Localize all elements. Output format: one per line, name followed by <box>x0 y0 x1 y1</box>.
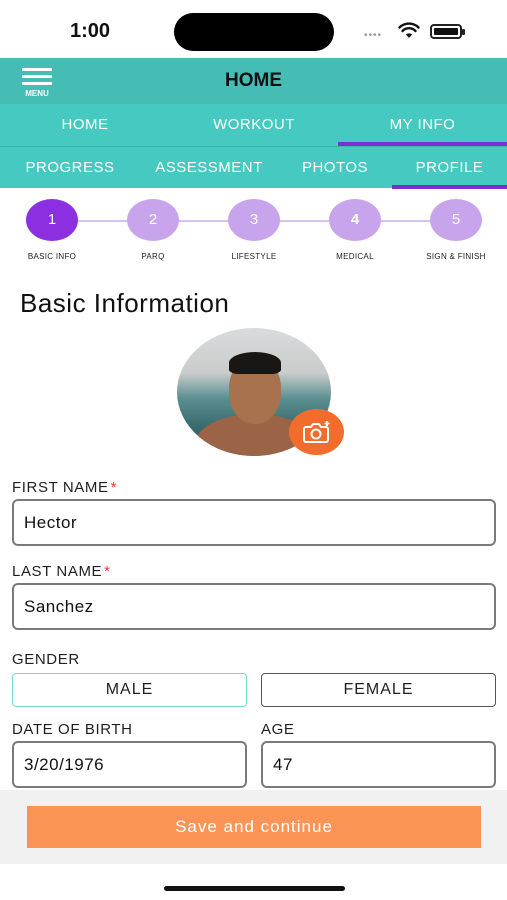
tab-my-info[interactable]: MY INFO <box>338 104 507 146</box>
page-title: HOME <box>225 70 282 91</box>
sub-tabs: PROGRESS ASSESSMENT PHOTOS PROFILE <box>0 146 507 189</box>
change-photo-button[interactable] <box>289 409 344 455</box>
signal-dots-icon: •••• <box>364 30 383 41</box>
first-name-input[interactable]: Hector <box>12 499 496 546</box>
app-header: MENU HOME <box>0 58 507 104</box>
tab-progress[interactable]: PROGRESS <box>0 147 140 189</box>
step-1-label: BASIC INFO <box>27 252 77 261</box>
save-continue-button[interactable]: Save and continue <box>27 806 481 848</box>
last-name-label: LAST NAME * <box>12 563 111 580</box>
dynamic-island <box>174 13 334 51</box>
wifi-icon <box>398 22 420 38</box>
dob-label: DATE OF BIRTH <box>12 721 133 738</box>
dob-input[interactable]: 3/20/1976 <box>12 741 247 788</box>
step-2-label: PARQ <box>141 252 165 261</box>
first-name-label: FIRST NAME * <box>12 479 118 496</box>
tab-workout[interactable]: WORKOUT <box>170 104 338 146</box>
gender-male-button[interactable]: MALE <box>12 673 247 707</box>
last-name-input[interactable]: Sanchez <box>12 583 496 630</box>
gender-label: GENDER <box>12 651 80 668</box>
step-5-label: SIGN & FINISH <box>426 252 486 261</box>
gender-female-button[interactable]: FEMALE <box>261 673 496 707</box>
status-time: 1:00 <box>70 20 111 42</box>
age-label: AGE <box>261 721 295 738</box>
step-1[interactable]: 1 <box>26 199 78 241</box>
age-input[interactable]: 47 <box>261 741 496 788</box>
progress-stepper: 1 2 3 4 5 BASIC INFO PARQ LIFESTYLE MEDI… <box>0 188 507 278</box>
step-4[interactable]: 4 <box>329 199 381 241</box>
main-tabs: HOME WORKOUT MY INFO <box>0 104 507 146</box>
required-mark: * <box>104 563 111 580</box>
step-2[interactable]: 2 <box>127 199 179 241</box>
tab-photos[interactable]: PHOTOS <box>278 147 392 189</box>
step-5[interactable]: 5 <box>430 199 482 241</box>
status-bar: 1:00 •••• <box>0 0 507 58</box>
tab-assessment[interactable]: ASSESSMENT <box>140 147 278 189</box>
tab-profile[interactable]: PROFILE <box>392 147 507 189</box>
section-title: Basic Information <box>20 288 230 318</box>
step-3-label: LIFESTYLE <box>231 252 277 261</box>
home-indicator[interactable] <box>164 886 345 891</box>
step-4-label: MEDICAL <box>336 252 374 261</box>
camera-add-icon <box>303 421 330 443</box>
bottom-bar: Save and continue <box>0 790 507 864</box>
tab-home[interactable]: HOME <box>0 104 170 146</box>
battery-icon <box>430 24 465 39</box>
required-mark: * <box>110 479 118 496</box>
step-3[interactable]: 3 <box>228 199 280 241</box>
